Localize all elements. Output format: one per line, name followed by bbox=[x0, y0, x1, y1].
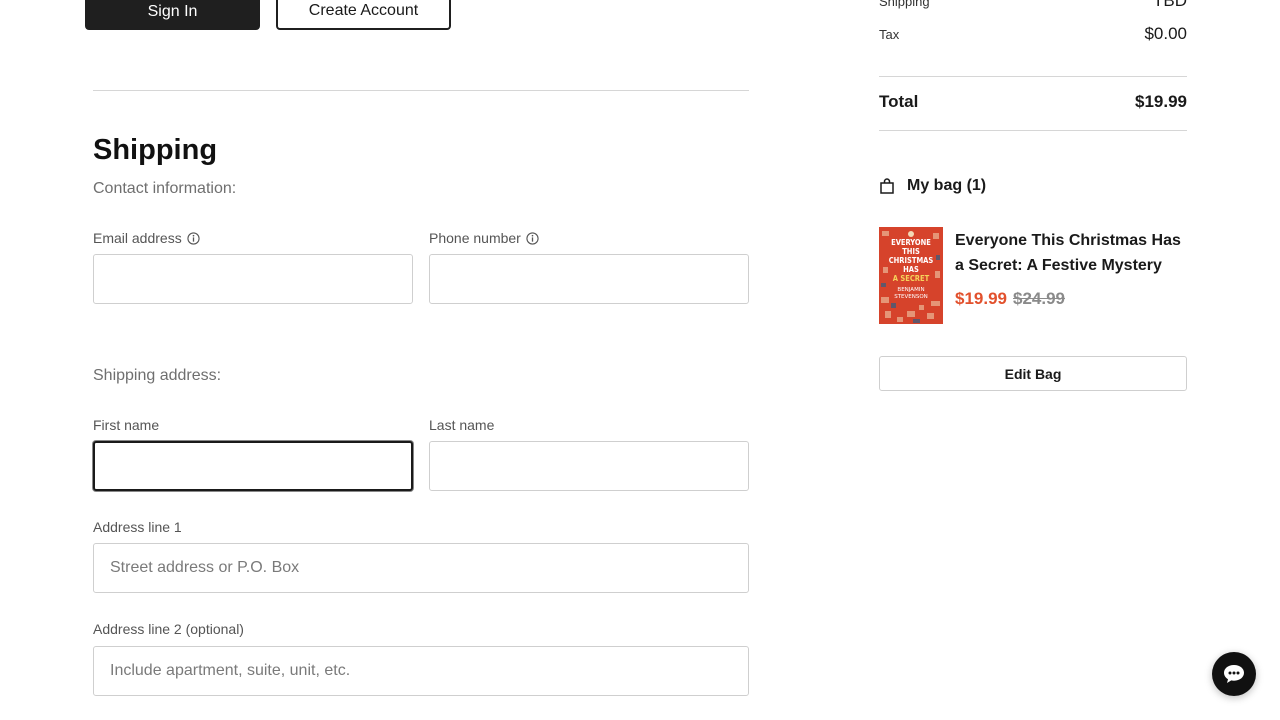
bag-item-price: $19.99 $24.99 bbox=[955, 289, 1065, 309]
contact-info-heading: Contact information: bbox=[93, 180, 237, 197]
book-cover-text: EVERYONE bbox=[891, 238, 931, 247]
my-bag-title: My bag (1) bbox=[907, 177, 987, 194]
summary-shipping-label: Shipping bbox=[879, 0, 930, 9]
create-account-button[interactable]: Create Account bbox=[276, 0, 451, 30]
bag-item-title[interactable]: Everyone This Christmas Has a Secret: A … bbox=[955, 228, 1187, 278]
summary-tax-row: Tax $0.00 bbox=[879, 24, 1187, 44]
shipping-title: Shipping bbox=[93, 134, 218, 166]
first-name-label: First name bbox=[93, 417, 160, 433]
book-cover-text: HAS bbox=[903, 265, 919, 274]
address-line-2-label: Address line 2 (optional) bbox=[93, 621, 244, 637]
sale-price: $19.99 bbox=[955, 289, 1007, 308]
edit-bag-button[interactable]: Edit Bag bbox=[879, 356, 1187, 391]
email-label: Email address bbox=[93, 230, 200, 246]
book-author-text: BENJAMIN bbox=[897, 287, 925, 293]
first-name-field[interactable] bbox=[93, 441, 413, 491]
phone-field[interactable] bbox=[429, 254, 749, 304]
shopping-bag-icon bbox=[880, 178, 894, 194]
address-line-1-field[interactable] bbox=[93, 543, 749, 593]
address-line-2-field[interactable] bbox=[93, 646, 749, 696]
phone-label: Phone number bbox=[429, 230, 539, 246]
section-divider bbox=[93, 90, 749, 91]
summary-shipping-row: Shipping TBD bbox=[879, 0, 1187, 11]
book-author-text: STEVENSON bbox=[894, 294, 928, 300]
shipping-address-heading: Shipping address: bbox=[93, 367, 222, 384]
book-cover-text: A SECRET bbox=[892, 274, 930, 283]
info-icon[interactable] bbox=[526, 231, 539, 245]
book-cover-text: CHRISTMAS bbox=[888, 256, 934, 265]
summary-shipping-value: TBD bbox=[1153, 0, 1187, 10]
address-line-1-label: Address line 1 bbox=[93, 519, 182, 535]
summary-total-row: Total $19.99 bbox=[879, 92, 1187, 112]
email-field[interactable] bbox=[93, 254, 413, 304]
my-bag-heading: My bag (1) bbox=[879, 177, 986, 195]
book-cover-image[interactable]: EVERYONE THIS CHRISTMAS HAS A SECRET BEN… bbox=[879, 227, 943, 324]
summary-divider bbox=[879, 130, 1187, 131]
original-price: $24.99 bbox=[1013, 289, 1065, 308]
book-cover-text: THIS bbox=[902, 247, 920, 256]
email-label-text: Email address bbox=[93, 230, 182, 246]
chat-button[interactable] bbox=[1212, 652, 1256, 696]
summary-total-label: Total bbox=[879, 92, 919, 111]
summary-tax-value: $0.00 bbox=[1144, 24, 1187, 43]
info-icon[interactable] bbox=[187, 231, 200, 245]
chat-icon bbox=[1224, 665, 1244, 683]
summary-divider bbox=[879, 76, 1187, 77]
last-name-label: Last name bbox=[429, 417, 495, 433]
summary-total-value: $19.99 bbox=[1135, 92, 1187, 111]
phone-label-text: Phone number bbox=[429, 230, 521, 246]
summary-tax-label: Tax bbox=[879, 27, 900, 42]
sign-in-button[interactable]: Sign In bbox=[85, 0, 260, 30]
last-name-field[interactable] bbox=[429, 441, 749, 491]
